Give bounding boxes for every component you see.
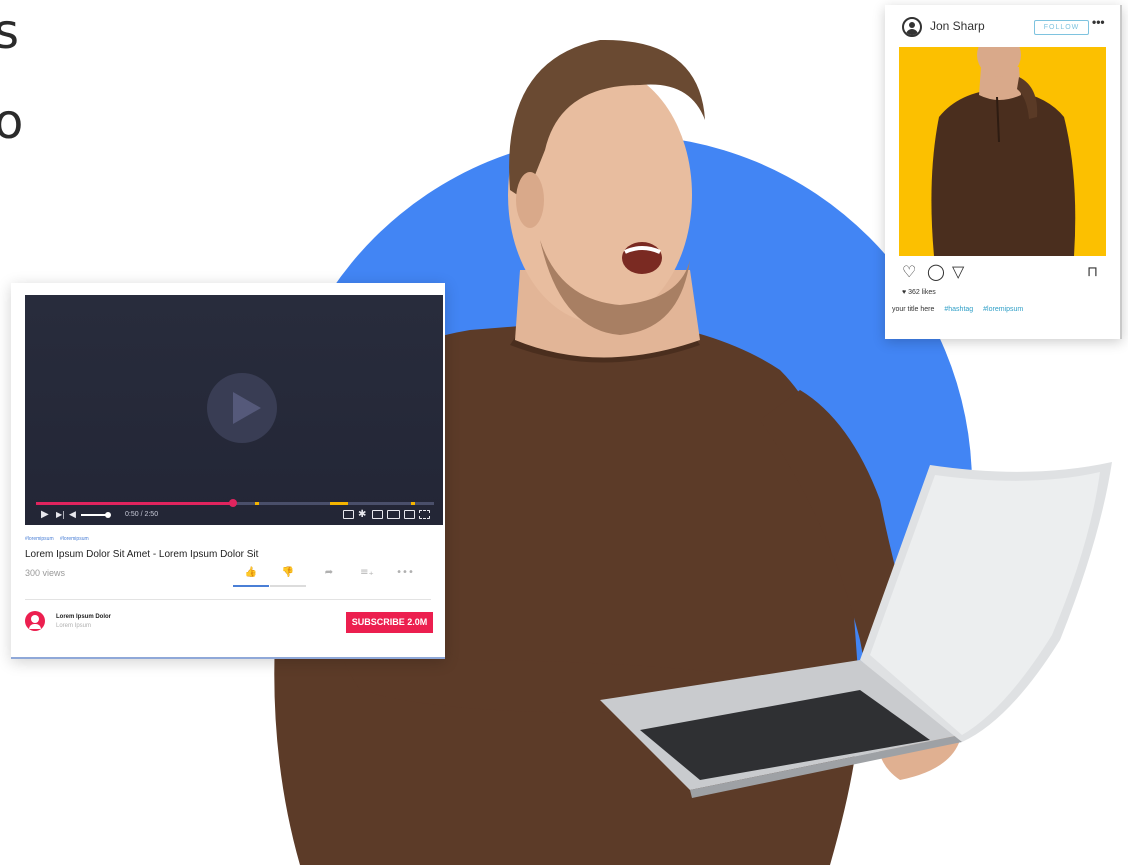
channel-name[interactable]: Lorem Ipsum Dolor [56, 614, 111, 620]
post-action-bar: ♡ ◯ ▽ ⊓ [902, 262, 1102, 282]
divider [25, 599, 431, 600]
volume-slider[interactable] [81, 514, 107, 516]
captions-icon[interactable] [343, 510, 354, 519]
video-player-card: ▶ ▶| ◀ 0:50 / 2:50 ✱ #loremipsum #loremi… [11, 283, 445, 659]
ad-marker [411, 502, 415, 505]
play-icon [233, 392, 261, 424]
ad-marker [255, 502, 259, 505]
video-progress-bar[interactable] [36, 499, 434, 507]
instagram-post-card: Jon Sharp FOLLOW ••• ♡ ◯ ▽ ⊓ ♥ 362 likes… [885, 5, 1122, 339]
marketing-scene: s o ▶ ▶| ◀ 0:50 / 2:50 ✱ #loremipsum #lo… [0, 0, 1128, 865]
video-hashtags: #loremipsum #loremipsum [25, 536, 94, 542]
follow-button[interactable]: FOLLOW [1034, 20, 1089, 35]
post-username[interactable]: Jon Sharp [930, 19, 985, 33]
hashtag-link[interactable]: #loremipsum [25, 536, 54, 542]
save-to-playlist-button[interactable]: ≡₊ [349, 565, 385, 585]
video-screen[interactable]: ▶ ▶| ◀ 0:50 / 2:50 ✱ [25, 295, 443, 525]
likes-count: ♥ 362 likes [902, 289, 936, 296]
view-count: 300 views [25, 568, 66, 578]
more-options-icon[interactable]: ••• [1092, 15, 1105, 29]
share-button[interactable]: ➦ [311, 565, 347, 585]
miniplayer-icon[interactable] [372, 510, 383, 519]
channel-subtitle: Lorem Ipsum [56, 623, 92, 629]
settings-icon[interactable]: ✱ [358, 508, 366, 522]
caption-title: your title here [892, 306, 935, 313]
bookmark-icon[interactable]: ⊓ [1087, 262, 1098, 282]
dislike-button[interactable]: 👎 [270, 565, 306, 587]
next-icon[interactable]: ▶| [56, 508, 65, 522]
send-icon[interactable]: ▽ [952, 262, 964, 282]
theater-mode-icon[interactable] [387, 510, 400, 519]
man-in-sweater-photo [931, 47, 1076, 256]
player-controls: ▶ ▶| ◀ 0:50 / 2:50 ✱ [25, 508, 443, 522]
progress-scrubber[interactable] [229, 499, 237, 507]
heart-icon[interactable]: ♡ [902, 262, 916, 282]
hashtag-link[interactable]: #hashtag [944, 306, 973, 313]
heart-filled-icon: ♥ [902, 289, 907, 296]
play-icon[interactable]: ▶ [41, 508, 49, 522]
video-actions: 👍 👎 ➦ ≡₊ ••• [233, 565, 423, 587]
likes-label: 362 likes [908, 289, 936, 296]
comment-icon[interactable]: ◯ [927, 262, 945, 282]
progress-played [36, 502, 235, 505]
channel-avatar[interactable] [25, 611, 45, 631]
ad-marker [330, 502, 348, 505]
subscribe-button[interactable]: SUBSCRIBE 2.0M [346, 612, 433, 633]
hashtag-link[interactable]: #loremipsum [60, 536, 89, 542]
hashtag-link[interactable]: #loremipsum [983, 306, 1023, 313]
volume-icon[interactable]: ◀ [69, 508, 76, 522]
post-photo[interactable] [899, 47, 1106, 256]
video-title: Lorem Ipsum Dolor Sit Amet - Lorem Ipsum… [25, 549, 259, 560]
post-caption: your title here #hashtag #loremipsum [892, 306, 1023, 313]
big-play-button[interactable] [207, 373, 277, 443]
user-avatar-icon[interactable] [902, 17, 922, 37]
time-display: 0:50 / 2:50 [125, 511, 159, 518]
more-icon[interactable]: ••• [387, 565, 423, 585]
like-button[interactable]: 👍 [233, 565, 269, 587]
fullscreen-icon[interactable] [419, 510, 430, 519]
volume-knob[interactable] [105, 512, 111, 518]
cast-icon[interactable] [404, 510, 415, 519]
